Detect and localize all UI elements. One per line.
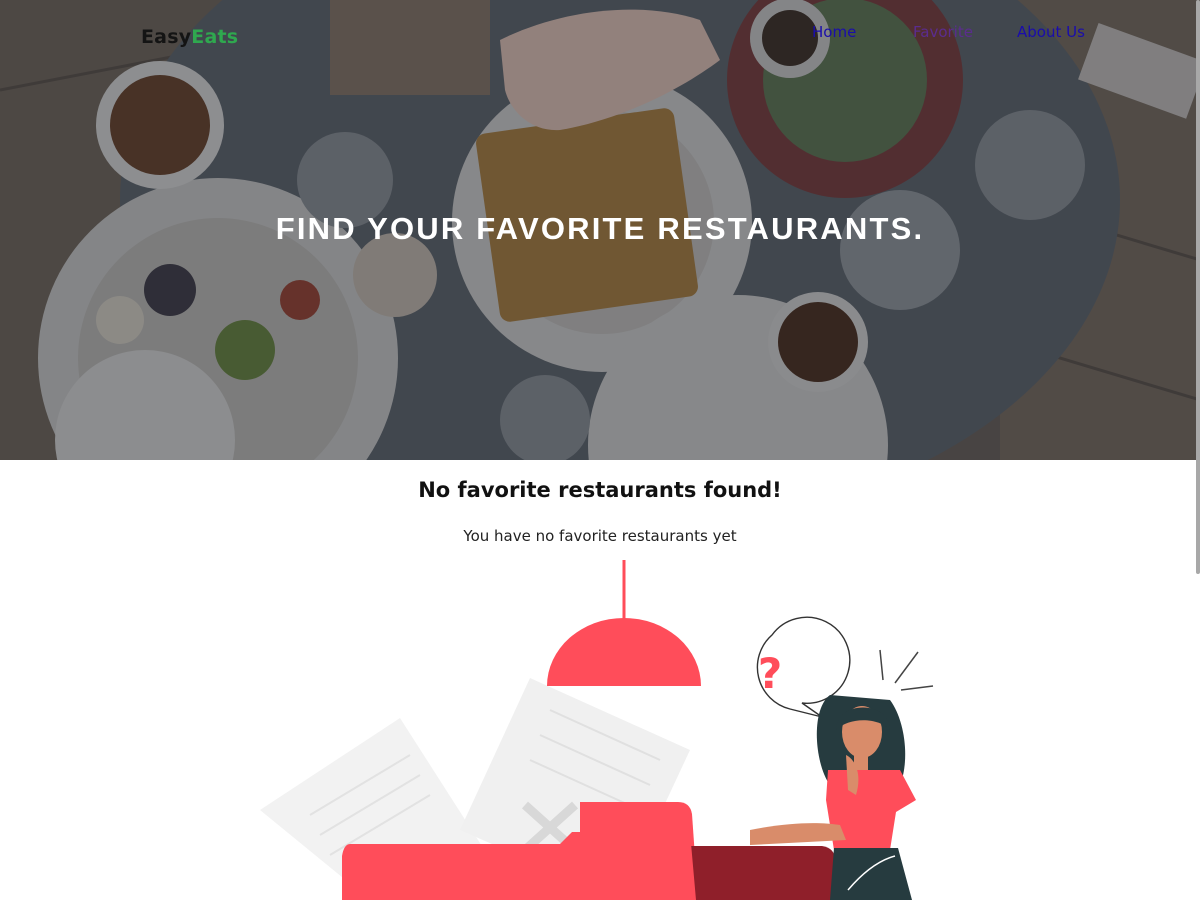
hero-title: FIND YOUR FAVORITE RESTAURANTS. (275, 211, 925, 246)
nav-link-favorite[interactable]: Favorite (913, 23, 973, 41)
nav-link-home[interactable]: Home (812, 23, 856, 41)
page-scrollbar[interactable] (1196, 0, 1200, 574)
empty-state-title: No favorite restaurants found! (418, 478, 782, 502)
hanging-lamp-icon (547, 560, 701, 686)
brand-logo[interactable]: EasyEats (141, 26, 238, 48)
empty-state-illustration: ? (260, 560, 934, 900)
brand-name-eats: Eats (191, 26, 239, 48)
brand-name-easy: Easy (141, 26, 192, 48)
surprise-lines-icon (879, 649, 934, 691)
empty-state-subtitle: You have no favorite restaurants yet (463, 527, 737, 545)
svg-text:?: ? (758, 649, 782, 698)
nav-link-about-us[interactable]: About Us (1017, 23, 1085, 41)
top-navbar: EasyEats Home Favorite About Us (0, 0, 1200, 70)
